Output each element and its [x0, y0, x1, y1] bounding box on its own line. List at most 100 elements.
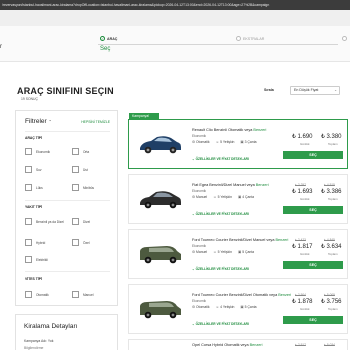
person-icon: ☺ [215, 305, 220, 309]
car-features: ⚙Manuel ☺5 Yetişkin ▣5 Çanta [192, 250, 254, 254]
filter-checkbox[interactable]: Özel [72, 239, 90, 246]
chevron-down-icon: ⌄ [192, 212, 195, 216]
car-class: Ekonomik [192, 299, 206, 303]
filter-checkbox[interactable]: Elektrikli [25, 256, 48, 263]
total-price: ₺ 3.756 [321, 299, 342, 305]
transmission-feature: ⚙Otomatik [192, 305, 210, 309]
checkbox-box[interactable] [72, 239, 79, 246]
car-name: Renault Clio Benzinli Otomatik veya Benz… [192, 128, 267, 132]
bags-feature: ▣3 Çanta [240, 140, 257, 144]
person-icon: ☺ [213, 195, 217, 199]
details-toggle[interactable]: ⌄ ÖZELLİKLER VE FİYAT DETAYLARI [192, 212, 249, 216]
chevron-down-icon: ⌄ [192, 322, 195, 326]
page-title: ARAÇ SINIFINI SEÇIN [17, 86, 114, 96]
car-class: Ekonomik [192, 189, 206, 193]
details-toggle[interactable]: ⌄ ÖZELLİKLER VE FİYAT DETAYLARI [192, 322, 249, 326]
car-name: Fiat Egea Benzinli/Dizel Manuel veya Ben… [192, 183, 269, 187]
daily-caption: Günlük [300, 142, 310, 146]
filter-checkbox[interactable]: Orta [72, 148, 89, 155]
filter-checkbox[interactable]: Dizel [72, 218, 90, 225]
total-caption: Toplam [328, 252, 338, 256]
car-card: Kampanya! Renault Clio Benzinli Otomatik… [128, 113, 348, 169]
filter-checkbox[interactable]: Üst [72, 166, 88, 173]
filter-checkbox[interactable]: Ekonomik [25, 148, 50, 155]
total-price: ₺ 3.386 [321, 189, 342, 195]
step-arac[interactable]: ✓ ARAÇ Seç [100, 36, 118, 52]
step-next[interactable] [342, 36, 347, 41]
details-toggle[interactable]: ⌄ ÖZELLİKLER VE FİYAT DETAYLARI [192, 267, 249, 271]
gearbox-icon: ⚙ [192, 140, 196, 144]
fuel-type-heading: YAKIT TİPİ [25, 205, 43, 209]
transmission-feature: ⚙Otomatik [192, 140, 210, 144]
total-old-price: ₺ 4.845 [324, 238, 335, 242]
step-ekstralar-label: EKSTRALAR [243, 36, 265, 41]
step-arac-label: ARAÇ [107, 36, 118, 41]
car-card: Ford Tourneo Courier Benzinli/Dizel Manu… [128, 229, 348, 279]
details-toggle[interactable]: ⌄ ÖZELLİKLER VE FİYAT DETAYLARI [192, 157, 249, 161]
checkbox-box[interactable] [72, 184, 79, 191]
car-features: ⚙Otomatik ☺4 Yetişkin ▣5 Çanta [192, 305, 257, 309]
seats-feature: ☺4 Yetişkin [215, 305, 235, 309]
sort-select-value: En Düşük Fiyat [294, 88, 319, 92]
checkbox-box[interactable] [25, 166, 32, 173]
clear-all-filters-link[interactable]: HEPSİNİ TEMİZLE [81, 120, 110, 124]
daily-old-price: ₺ 2.257 [295, 183, 306, 187]
rental-details-label: Kampanya Adı: Yok [24, 339, 54, 343]
checkbox-box[interactable] [25, 291, 32, 298]
car-class: Ekonomik [192, 134, 206, 138]
divider [25, 131, 110, 132]
select-car-button[interactable]: SEÇ [283, 151, 343, 159]
chevron-down-icon: ⌄ [192, 157, 195, 161]
sort-select[interactable]: En Düşük Fiyat ⌄ [290, 86, 340, 95]
divider [25, 200, 110, 201]
steps-progress-line [98, 44, 338, 45]
car-type-heading: ARAÇ TİPİ [25, 136, 42, 140]
select-car-button[interactable]: SEÇ [283, 316, 343, 324]
checkbox-box[interactable] [25, 256, 32, 263]
filters-panel: Filtreler ⌃ HEPSİNİ TEMİZLE ARAÇ TİPİ Ek… [15, 110, 118, 306]
car-image [140, 301, 181, 319]
checkbox-box[interactable] [72, 166, 79, 173]
total-caption: Toplam [328, 307, 338, 311]
chevron-up-icon: ⌃ [48, 119, 52, 124]
filter-checkbox[interactable]: Suv [25, 166, 42, 173]
filter-checkbox[interactable]: Minibüs [72, 184, 94, 191]
step-arac-sub: Seç [100, 46, 111, 52]
checkbox-box[interactable] [25, 184, 32, 191]
checkbox-box[interactable] [25, 239, 32, 246]
filter-checkbox[interactable]: Hybrid [25, 239, 45, 246]
filters-title[interactable]: Filtreler ⌃ [25, 118, 52, 125]
daily-old-price: ₺ 2.423 [295, 238, 306, 242]
bags-feature: ▣4 Çanta [237, 195, 255, 199]
checkbox-box[interactable] [72, 291, 79, 298]
car-name: Ford Tourneo Courier Benzinli/Dizel Manu… [192, 238, 289, 242]
campaign-badge: Kampanya! [129, 113, 159, 120]
result-count: 19 SONUÇ [21, 97, 38, 101]
checkbox-box[interactable] [72, 148, 79, 155]
gearbox-icon: ⚙ [192, 250, 196, 254]
filter-checkbox[interactable]: Benzinli ya da Dizel [25, 218, 67, 225]
sort-label: Sırala [264, 88, 274, 92]
total-caption: Toplam [328, 197, 338, 201]
step-ekstralar[interactable]: EKSTRALAR [236, 36, 264, 41]
site-header [0, 10, 350, 26]
rental-details-panel: Kiralama Detayları Kampanya Adı: Yok Bil… [15, 314, 118, 350]
browser-url-bar[interactable]: /rezervasyon/istanbul-havalimani-arac-ki… [0, 0, 350, 10]
step-check-icon: ✓ [100, 36, 105, 41]
checkbox-box[interactable] [72, 218, 79, 225]
daily-old-price: ₺ 2.517 [295, 343, 306, 347]
luggage-icon: ▣ [237, 195, 242, 199]
daily-old-price: ₺ 2.504 [295, 293, 306, 297]
car-name: Opel Corsa Hybrid Otomatik veya Benzeri [192, 343, 263, 347]
filter-checkbox[interactable]: Otomatik [25, 291, 49, 298]
seats-feature: ☺5 Yetişkin [213, 195, 232, 199]
filter-checkbox[interactable]: Lüks [25, 184, 43, 191]
select-car-button[interactable]: SEÇ [283, 206, 343, 214]
checkbox-box[interactable] [25, 148, 32, 155]
car-features: ⚙Manuel ☺5 Yetişkin ▣4 Çanta [192, 195, 254, 199]
filter-checkbox[interactable]: Manuel [72, 291, 93, 298]
chevron-down-icon: ⌄ [192, 267, 195, 271]
car-card: Fiat Egea Benzinli/Dizel Manuel veya Ben… [128, 174, 348, 224]
select-car-button[interactable]: SEÇ [283, 261, 343, 269]
checkbox-box[interactable] [25, 218, 32, 225]
